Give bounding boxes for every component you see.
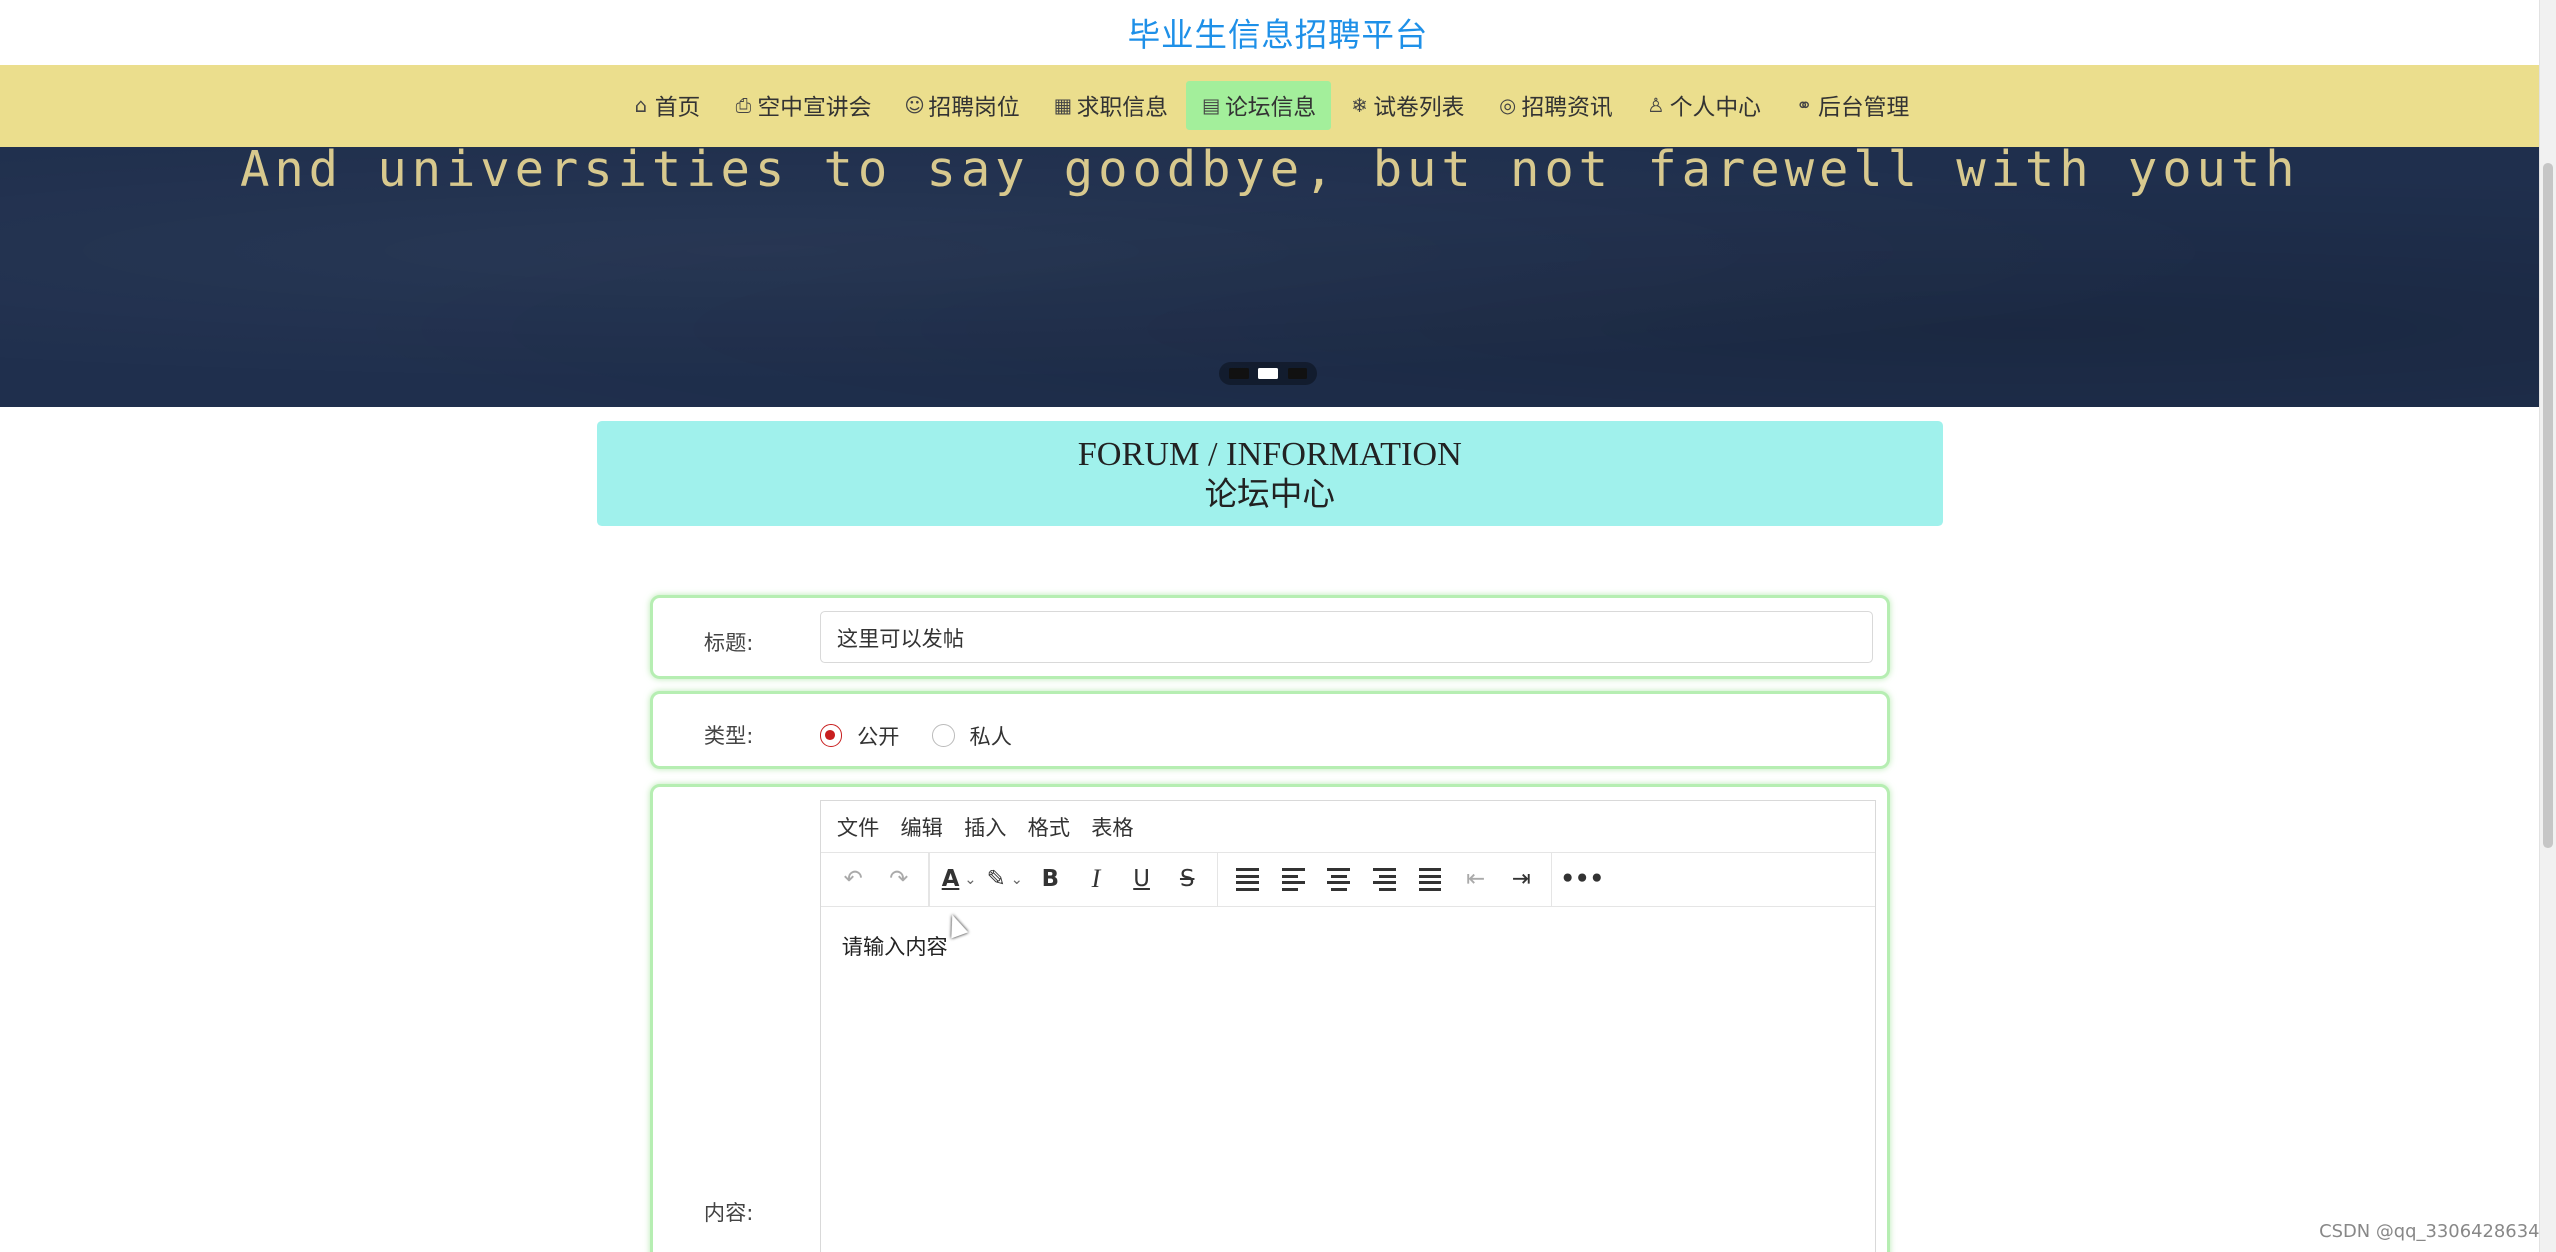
outdent-icon[interactable]: ⇤ — [1454, 858, 1496, 900]
nav-item-personal-center[interactable]: ♙ 个人中心 — [1631, 81, 1776, 130]
nav-item-air-presentation[interactable]: ⎙ 空中宣讲会 — [718, 81, 886, 130]
undo-icon[interactable]: ↶ — [832, 858, 874, 900]
bold-icon[interactable]: B — [1029, 858, 1071, 900]
nav-item-home[interactable]: ⌂ 首页 — [616, 81, 715, 130]
toolbar-divider — [1550, 852, 1553, 907]
menu-table[interactable]: 表格 — [1091, 811, 1133, 842]
editor-menubar: 文件 编辑 插入 格式 表格 — [820, 801, 1875, 853]
editor-toolbar: ↶ ↷ A ⌄ ✎ ⌄ B I U S ⇤ ⇥ ••• — [820, 852, 1875, 908]
nav-item-job-seeking[interactable]: ▦ 求职信息 — [1038, 81, 1183, 130]
site-title: 毕业生信息招聘平台 — [1127, 16, 1429, 55]
strikethrough-icon[interactable]: S — [1166, 858, 1208, 900]
carousel-dot-active[interactable] — [1258, 367, 1278, 379]
radio-label: 私人 — [969, 724, 1012, 750]
smile-icon: ☺ — [904, 94, 925, 118]
content-row: 内容: 文件 编辑 插入 格式 表格 ↶ ↷ A ⌄ ✎ ⌄ B I U S ⇤… — [650, 784, 1891, 1252]
nav-item-recruit-news[interactable]: ◎ 招聘资讯 — [1482, 81, 1627, 130]
menu-format[interactable]: 格式 — [1028, 811, 1070, 842]
banner-text: And universities to say goodbye, but not… — [240, 146, 2300, 198]
redo-icon[interactable]: ↷ — [878, 858, 920, 900]
type-row: 类型: 公开 私人 — [650, 691, 1891, 769]
printer-icon: ⎙ — [735, 94, 752, 118]
section-header: FORUM / INFORMATION 论坛中心 — [596, 420, 1943, 527]
link-icon: ⚭ — [1795, 94, 1813, 118]
content-label: 内容: — [703, 1200, 754, 1226]
nav-label: 论坛信息 — [1224, 95, 1317, 122]
line-height-icon[interactable] — [1226, 858, 1268, 900]
nav-item-forum[interactable]: ▤ 论坛信息 — [1185, 81, 1331, 131]
radio-label: 公开 — [857, 724, 900, 750]
italic-icon[interactable]: I — [1075, 858, 1117, 900]
home-icon: ⌂ — [634, 94, 648, 118]
document-icon: ▤ — [1201, 94, 1221, 118]
main-nav: ⌂ 首页 ⎙ 空中宣讲会 ☺ 招聘岗位 ▦ 求职信息 ▤ 论坛信息 ❄ 试卷列表 ◎ 招聘资讯… — [0, 65, 2540, 147]
title-row: 标题: 这里可以发帖 — [650, 594, 1891, 680]
menu-file[interactable]: 文件 — [837, 811, 879, 842]
toolbar-divider — [928, 852, 930, 907]
radio-unchecked-icon[interactable] — [932, 724, 955, 748]
nav-label: 空中宣讲会 — [757, 95, 872, 122]
snowflake-icon: ❄ — [1351, 94, 1368, 118]
watermark: CSDN @qq_3306428634 — [2319, 1221, 2540, 1243]
nav-label: 求职信息 — [1076, 95, 1168, 122]
toolbar-divider — [1216, 852, 1219, 907]
type-option-public[interactable]: 公开 — [819, 720, 900, 751]
nav-item-exam-list[interactable]: ❄ 试卷列表 — [1334, 81, 1479, 130]
title-input[interactable]: 这里可以发帖 — [819, 610, 1873, 664]
carousel-dot[interactable] — [1287, 367, 1308, 379]
nav-label: 后台管理 — [1818, 95, 1910, 122]
underline-icon[interactable]: U — [1120, 858, 1162, 900]
nav-label: 试卷列表 — [1373, 95, 1465, 122]
type-option-private[interactable]: 私人 — [932, 720, 1012, 751]
carousel-indicators — [1219, 361, 1318, 385]
nav-label: 招聘资讯 — [1521, 95, 1613, 122]
page-scrollbar[interactable] — [2538, 0, 2556, 1252]
indent-icon[interactable]: ⇥ — [1500, 858, 1542, 900]
menu-edit[interactable]: 编辑 — [900, 811, 942, 842]
banner-carousel[interactable]: And universities to say goodbye, but not… — [0, 146, 2540, 408]
user-icon: ♙ — [1647, 94, 1665, 118]
nav-item-job-posts[interactable]: ☺ 招聘岗位 — [889, 81, 1034, 130]
section-title-cn: 论坛中心 — [1204, 477, 1335, 514]
section-title-en: FORUM / INFORMATION — [1077, 435, 1462, 474]
nav-label: 个人中心 — [1669, 95, 1761, 122]
carousel-dot[interactable] — [1229, 367, 1249, 379]
nav-item-admin[interactable]: ⚭ 后台管理 — [1779, 81, 1924, 130]
align-left-icon[interactable] — [1272, 858, 1314, 900]
highlight-color-icon[interactable]: ✎ ⌄ — [984, 858, 1026, 900]
align-center-icon[interactable] — [1318, 858, 1360, 900]
editor-content[interactable]: 请输入内容 — [821, 907, 1875, 984]
rich-text-editor[interactable]: 文件 编辑 插入 格式 表格 ↶ ↷ A ⌄ ✎ ⌄ B I U S ⇤ ⇥ •… — [819, 800, 1876, 1252]
menu-insert[interactable]: 插入 — [964, 811, 1006, 842]
globe-icon: ◎ — [1499, 94, 1517, 118]
text-color-icon[interactable]: A ⌄ — [938, 858, 980, 900]
more-icon[interactable]: ••• — [1560, 858, 1604, 900]
nav-label: 招聘岗位 — [928, 95, 1020, 122]
type-label: 类型: — [703, 722, 754, 748]
title-label: 标题: — [703, 629, 754, 655]
radio-checked-icon[interactable] — [819, 724, 843, 748]
align-justify-icon[interactable] — [1409, 858, 1451, 900]
type-radio-group: 公开 私人 — [819, 720, 1045, 751]
align-right-icon[interactable] — [1363, 858, 1405, 900]
grid-icon: ▦ — [1053, 94, 1073, 118]
nav-label: 首页 — [654, 95, 701, 122]
scrollbar-thumb[interactable] — [2542, 163, 2553, 848]
